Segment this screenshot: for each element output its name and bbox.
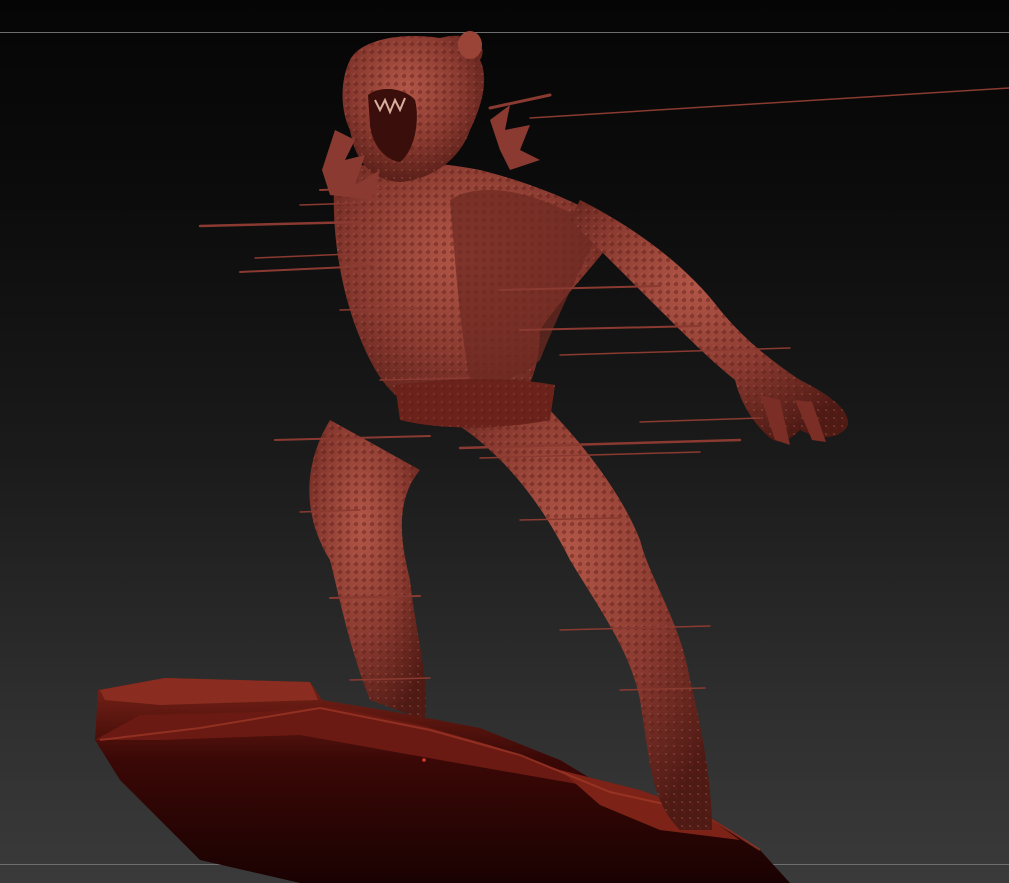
3d-viewport-canvas[interactable]: [0, 0, 1009, 883]
ape-torso: [333, 162, 620, 428]
sculpt-model-render[interactable]: [0, 0, 1009, 883]
pivot-marker: [422, 758, 426, 762]
ape-right-arm: [570, 200, 849, 445]
